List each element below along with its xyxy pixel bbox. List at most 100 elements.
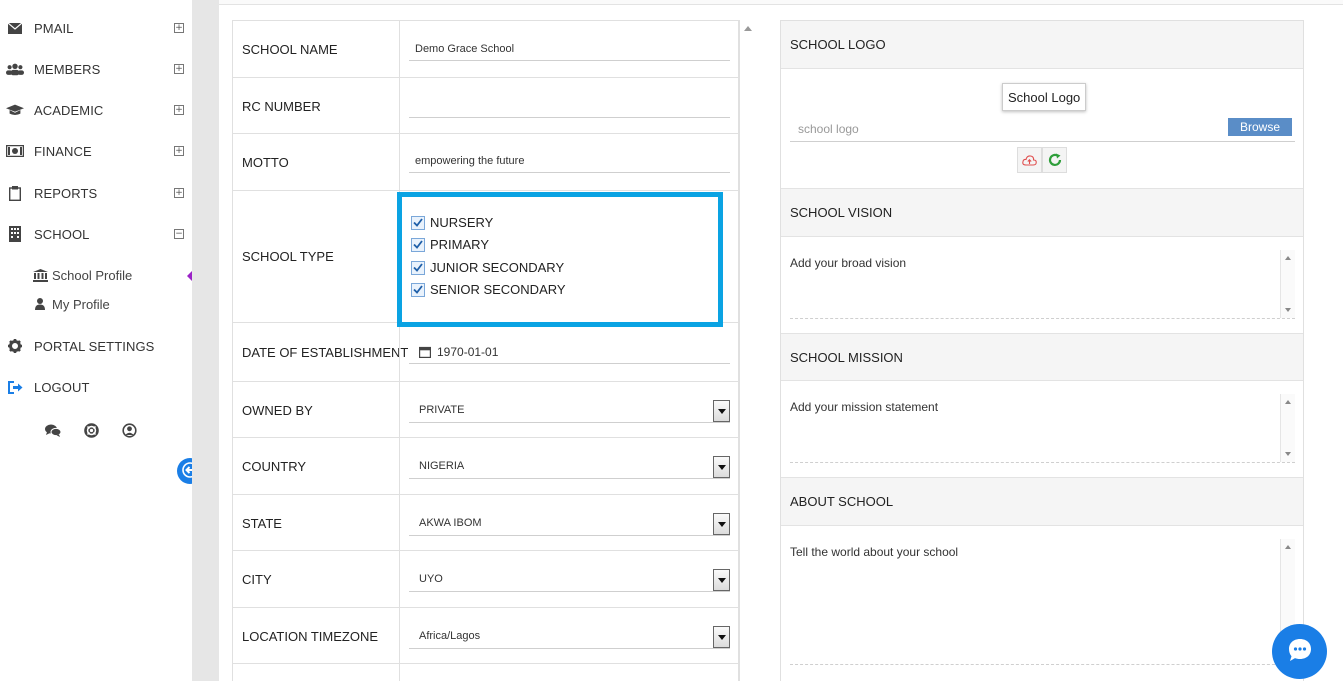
option-label: NURSERY [430,215,494,230]
vision-placeholder: Add your broad vision [790,256,907,270]
school-type-option-primary[interactable]: PRIMARY [411,237,489,252]
sign-out-icon [6,378,24,396]
timezone-select[interactable]: Africa/Lagos [409,623,730,649]
top-border [219,0,1343,5]
select-value: AKWA IBOM [419,516,482,529]
school-type-option-nursery[interactable]: NURSERY [411,215,493,230]
checkbox-checked[interactable] [411,237,425,252]
sidebar-item-label: MEMBERS [34,61,101,77]
school-logo-heading: SCHOOL LOGO [781,21,1303,69]
form-row-state: STATE AKWA IBOM [233,494,740,550]
checkbox-checked[interactable] [411,215,425,230]
sidebar-item-label: SCHOOL [34,226,90,242]
refresh-icon[interactable] [1042,147,1067,173]
school-mission-textarea[interactable]: Add your mission statement [790,394,1295,463]
envelope-icon [6,19,24,37]
sidebar-item-academic[interactable]: ACADEMIC + [0,98,192,122]
date-established-input[interactable]: 1970-01-01 [409,340,730,364]
city-select[interactable]: UYO [409,566,730,592]
sidebar-item-logout[interactable]: LOGOUT [0,375,192,399]
select-value: PRIVATE [419,403,465,416]
school-name-input[interactable]: Demo Grace School [409,37,730,61]
sidebar-item-finance[interactable]: FINANCE + [0,139,192,163]
checkbox-checked[interactable] [411,260,425,275]
comments-icon[interactable] [44,421,62,439]
dropdown-arrow-icon[interactable] [713,513,730,535]
expand-icon[interactable]: + [174,105,184,115]
about-placeholder: Tell the world about your school [790,545,959,559]
sidebar-subitem-my-profile[interactable]: My Profile [32,294,110,314]
form-row-timezone: LOCATION TIMEZONE Africa/Lagos [233,607,740,663]
calendar-icon [419,346,431,358]
sidebar-subitem-label: School Profile [52,267,133,283]
rc-number-input[interactable] [409,94,730,118]
field-label: SCHOOL NAME [242,42,338,57]
logo-actions [1017,147,1067,173]
dropdown-arrow-icon[interactable] [713,626,730,648]
field-label: COUNTRY [242,459,307,474]
cloud-upload-icon[interactable] [1017,147,1042,173]
textarea-scrollbar[interactable] [1280,394,1295,462]
chat-bubble-icon [1286,636,1314,667]
sidebar-item-pmail[interactable]: PMAIL + [0,16,192,40]
option-label: JUNIOR SECONDARY [430,260,565,275]
textarea-scrollbar[interactable] [1280,250,1295,318]
checkbox-checked[interactable] [411,282,425,297]
school-vision-heading: SCHOOL VISION [781,188,1303,237]
logo-file-input[interactable]: school logo Browse [790,116,1295,142]
select-value: UYO [419,572,443,585]
sidebar-item-label: PMAIL [34,20,74,36]
collapse-icon[interactable]: − [174,229,184,239]
expand-icon[interactable]: + [174,188,184,198]
country-select[interactable]: NIGERIA [409,453,730,479]
field-label: STATE [242,516,282,531]
users-icon [6,60,24,78]
sidebar: PMAIL + MEMBERS + ACADEMIC + FINANCE + R… [0,0,203,681]
school-type-option-senior-secondary[interactable]: SENIOR SECONDARY [411,282,566,297]
school-type-option-junior-secondary[interactable]: JUNIOR SECONDARY [411,260,564,275]
graduation-cap-icon [6,101,24,119]
dropdown-arrow-icon[interactable] [713,456,730,478]
form-row-date-established: DATE OF ESTABLISHMENT 1970-01-01 [233,322,740,381]
sidebar-item-label: LOGOUT [34,379,90,395]
form-scrollbar[interactable] [739,20,756,681]
life-ring-icon[interactable] [82,421,100,439]
about-school-heading: ABOUT SCHOOL [781,477,1303,526]
expand-icon[interactable]: + [174,23,184,33]
expand-icon[interactable]: + [174,146,184,156]
field-label: RC NUMBER [242,99,321,114]
sidebar-item-members[interactable]: MEMBERS + [0,57,192,81]
school-profile-form: SCHOOL NAME Demo Grace School RC NUMBER … [232,20,740,681]
form-row-school-name: SCHOOL NAME Demo Grace School [233,20,740,77]
dropdown-arrow-icon[interactable] [713,569,730,591]
field-label: SCHOOL TYPE [242,249,334,264]
form-row-motto: MOTTO empowering the future [233,133,740,190]
owned-by-select[interactable]: PRIVATE [409,397,730,423]
field-label: MOTTO [242,155,289,170]
select-value: Africa/Lagos [419,629,481,642]
scroll-up-icon[interactable] [744,26,752,31]
browse-button[interactable]: Browse [1227,118,1292,136]
expand-icon[interactable]: + [174,64,184,74]
school-details-panel: SCHOOL LOGO School Logo school logo Brow… [780,20,1304,681]
sidebar-item-portal-settings[interactable]: PORTAL SETTINGS [0,334,192,358]
motto-input[interactable]: empowering the future [409,149,730,173]
field-label: DATE OF ESTABLISHMENT [242,345,409,360]
school-mission-heading: SCHOOL MISSION [781,333,1303,381]
select-value: NIGERIA [419,459,465,472]
sidebar-subitem-school-profile[interactable]: School Profile [32,265,132,285]
sidebar-footer [44,421,138,439]
form-row-city: CITY UYO [233,550,740,607]
mission-placeholder: Add your mission statement [790,400,939,414]
form-row-country: COUNTRY NIGERIA [233,437,740,494]
about-school-textarea[interactable]: Tell the world about your school [790,539,1295,665]
user-circle-icon[interactable] [120,421,138,439]
school-vision-textarea[interactable]: Add your broad vision [790,250,1295,319]
sidebar-item-reports[interactable]: REPORTS + [0,181,192,205]
form-row-next [233,663,740,681]
state-select[interactable]: AKWA IBOM [409,510,730,536]
chat-widget-button[interactable] [1272,624,1327,679]
sidebar-item-school[interactable]: SCHOOL − [0,222,192,246]
dropdown-arrow-icon[interactable] [713,400,730,422]
field-label: LOCATION TIMEZONE [242,629,379,644]
